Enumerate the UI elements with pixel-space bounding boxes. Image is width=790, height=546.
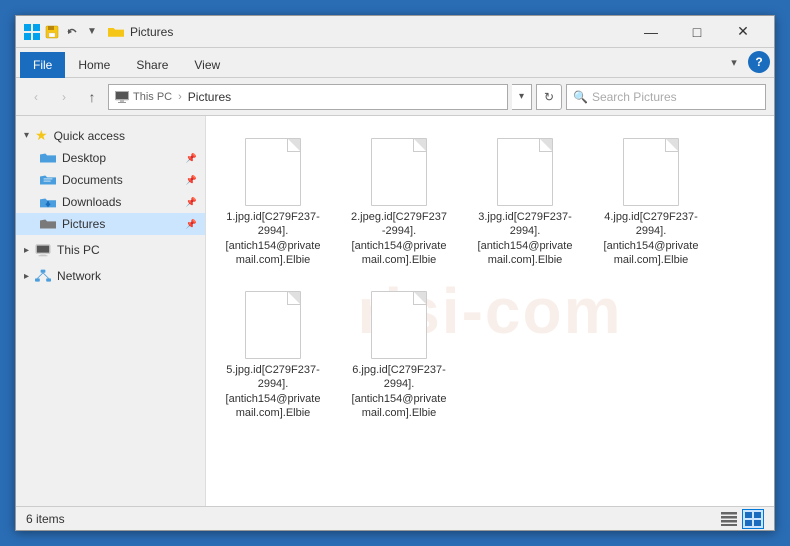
sidebar-pictures-label: Pictures [62,217,105,231]
pictures-pin-icon: 📌 [186,219,197,230]
list-view-button[interactable] [718,509,740,529]
search-input[interactable]: 🔍 Search Pictures [566,84,766,110]
network-icon [35,268,51,284]
file-icon-5 [241,287,305,359]
undo-icon[interactable] [64,24,80,40]
folder-title-icon [108,25,124,39]
pictures-folder-icon [40,216,56,232]
file-name-2: 2.jpeg.id[C279F237-2994].[antich154@priv… [350,210,448,267]
list-item[interactable]: 5.jpg.id[C279F237-2994].[antich154@priva… [218,281,328,426]
window-controls: — □ ✕ [628,16,766,48]
this-pc-collapse: ▸ [24,245,29,256]
documents-pin-icon: 📌 [186,175,197,186]
maximize-button[interactable]: □ [674,16,720,48]
this-pc-label: This PC [57,243,100,257]
up-button[interactable]: ↑ [80,85,104,109]
crumb-sep-1: › [178,91,182,103]
search-placeholder: Search Pictures [592,90,677,104]
breadcrumb: This PC [133,91,172,103]
window-icon [24,24,40,40]
file-icon-4 [619,134,683,206]
network-collapse: ▸ [24,271,29,282]
window-title: Pictures [130,25,173,39]
search-icon: 🔍 [573,90,588,104]
tab-view[interactable]: View [181,51,233,77]
breadcrumb-current: Pictures [188,90,231,104]
desktop-pin-icon: 📌 [186,153,197,164]
documents-folder-icon [40,172,56,188]
file-grid: risi-com 1.jpg.id[C279F237-2994].[antich… [206,116,774,506]
main-content: ▾ ★ Quick access Desktop 📌 [16,116,774,506]
file-name-6: 6.jpg.id[C279F237-2994].[antich154@priva… [350,363,448,420]
quick-access-label: Quick access [54,129,125,143]
sidebar-desktop-label: Desktop [62,151,106,165]
file-name-5: 5.jpg.id[C279F237-2994].[antich154@priva… [224,363,322,420]
minimize-button[interactable]: — [628,16,674,48]
quick-access-header[interactable]: ▾ ★ Quick access [16,124,205,147]
sidebar-item-this-pc[interactable]: ▸ This PC [16,239,205,261]
address-input[interactable]: This PC › Pictures [108,84,508,110]
sidebar-item-desktop[interactable]: Desktop 📌 [16,147,205,169]
this-pc-section: ▸ This PC [16,239,205,261]
list-item[interactable]: 3.jpg.id[C279F237-2994].[antich154@priva… [470,128,580,273]
address-bar: ‹ › ↑ This PC › Pictures ▾ ↻ 🔍 Search Pi… [16,78,774,116]
item-count: 6 items [26,512,65,526]
tab-file[interactable]: File [20,52,65,78]
sidebar-item-network[interactable]: ▸ Network [16,265,205,287]
sidebar-documents-label: Documents [62,173,123,187]
file-name-3: 3.jpg.id[C279F237-2994].[antich154@priva… [476,210,574,267]
explorer-window: ▼ Pictures — □ ✕ File Home Share View [15,15,775,531]
network-section: ▸ Network [16,265,205,287]
close-button[interactable]: ✕ [720,16,766,48]
this-pc-icon [35,242,51,258]
sidebar-item-documents[interactable]: Documents 📌 [16,169,205,191]
address-dropdown-button[interactable]: ▾ [512,84,532,110]
file-icon-1 [241,134,305,206]
forward-button[interactable]: › [52,85,76,109]
list-item[interactable]: 2.jpeg.id[C279F237-2994].[antich154@priv… [344,128,454,273]
title-bar-icons: ▼ [24,24,100,40]
title-bar: ▼ Pictures — □ ✕ [16,16,774,48]
file-name-4: 4.jpg.id[C279F237-2994].[antich154@priva… [602,210,700,267]
status-bar: 6 items [16,506,774,530]
back-button[interactable]: ‹ [24,85,48,109]
quick-access-star-icon: ★ [35,127,48,144]
quick-access-collapse: ▾ [24,130,29,141]
sidebar-downloads-label: Downloads [62,195,121,209]
sidebar-item-pictures[interactable]: Pictures 📌 [16,213,205,235]
sidebar-item-downloads[interactable]: Downloads 📌 [16,191,205,213]
address-computer-icon [115,91,129,103]
pin-icon[interactable]: ▼ [84,24,100,40]
list-item[interactable]: 1.jpg.id[C279F237-2994].[antich154@priva… [218,128,328,273]
tab-share[interactable]: Share [123,51,181,77]
save-icon[interactable] [44,24,60,40]
ribbon-collapse-button[interactable]: ▾ [724,53,744,71]
ribbon-tabs: File Home Share View ▾ ? [16,48,774,78]
downloads-folder-icon [40,194,56,210]
sidebar: ▾ ★ Quick access Desktop 📌 [16,116,206,506]
file-name-1: 1.jpg.id[C279F237-2994].[antich154@priva… [224,210,322,267]
help-button[interactable]: ? [748,51,770,73]
list-item[interactable]: 4.jpg.id[C279F237-2994].[antich154@priva… [596,128,706,273]
tab-home[interactable]: Home [65,51,123,77]
downloads-pin-icon: 📌 [186,197,197,208]
file-row-1: 1.jpg.id[C279F237-2994].[antich154@priva… [218,128,762,273]
desktop-folder-icon [40,150,56,166]
icon-view-button[interactable] [742,509,764,529]
file-icon-6 [367,287,431,359]
file-row-2: 5.jpg.id[C279F237-2994].[antich154@priva… [218,281,762,426]
file-icon-3 [493,134,557,206]
quick-access-section: ▾ ★ Quick access Desktop 📌 [16,124,205,235]
list-item[interactable]: 6.jpg.id[C279F237-2994].[antich154@priva… [344,281,454,426]
view-mode-buttons [718,509,764,529]
refresh-button[interactable]: ↻ [536,84,562,110]
network-label: Network [57,269,101,283]
file-icon-2 [367,134,431,206]
